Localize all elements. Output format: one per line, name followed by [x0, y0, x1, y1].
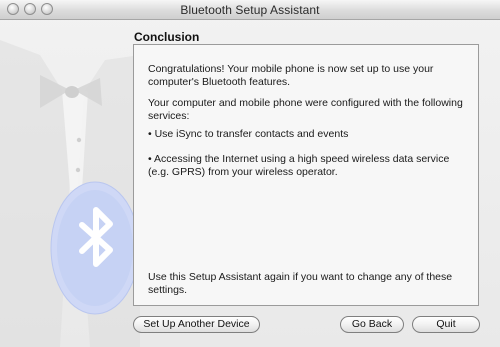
go-back-button[interactable]: Go Back [340, 316, 404, 333]
conclusion-panel: Congratulations! Your mobile phone is no… [133, 44, 479, 306]
conclusion-paragraph-3: Use this Setup Assistant again if you wa… [148, 271, 453, 296]
bluetooth-setup-window: Bluetooth Setup Assistant Conclusion Con… [0, 0, 500, 347]
bluetooth-icon [50, 181, 140, 315]
window-title: Bluetooth Setup Assistant [180, 3, 320, 17]
conclusion-paragraph-1: Congratulations! Your mobile phone is no… [148, 63, 434, 88]
tuxedo-illustration [0, 40, 140, 347]
conclusion-paragraph-2: Your computer and mobile phone were conf… [148, 97, 463, 122]
set-up-another-device-button[interactable]: Set Up Another Device [133, 316, 260, 333]
quit-button[interactable]: Quit [412, 316, 480, 333]
title-bar[interactable]: Bluetooth Setup Assistant [0, 0, 500, 20]
service-bullet-1: • Use iSync to transfer contacts and eve… [148, 128, 349, 140]
section-heading: Conclusion [134, 30, 200, 44]
service-bullet-2: • Accessing the Internet using a high sp… [148, 153, 450, 178]
